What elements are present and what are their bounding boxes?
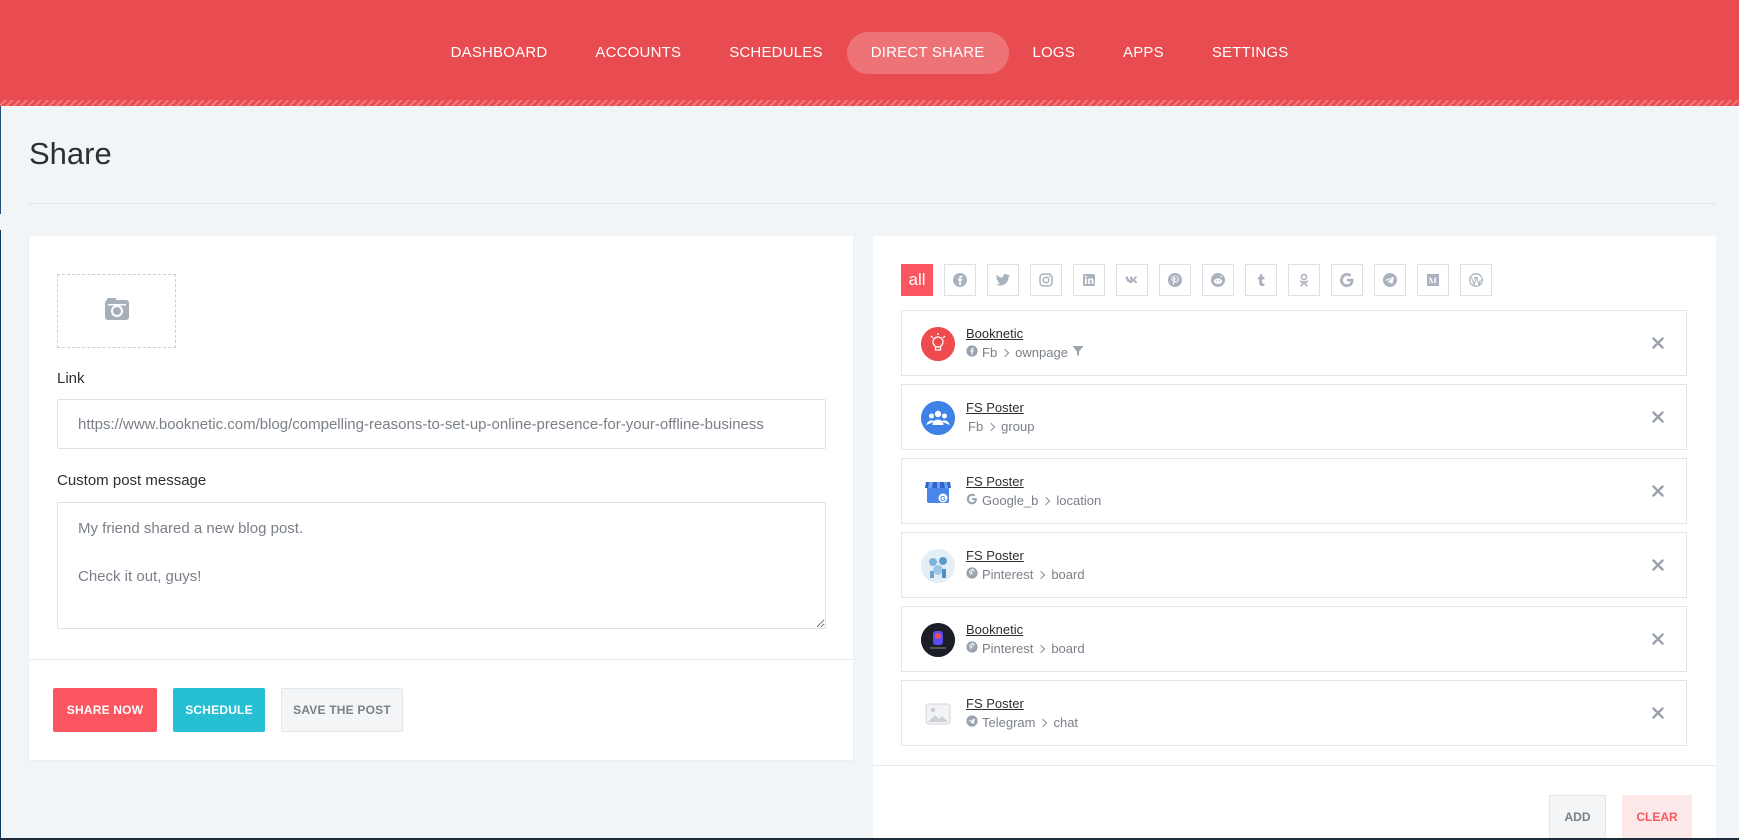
link-input[interactable] [57,399,826,449]
close-icon[interactable] [1648,407,1668,427]
accounts-card: all Booknetic Fb ownpage FS Poster Fb gr… [873,236,1716,840]
account-network: Fb [968,419,984,434]
filter-all[interactable]: all [901,264,933,296]
reddit-icon[interactable] [1202,264,1234,296]
account-network: Telegram [982,715,1036,730]
account-network: Fb [982,345,998,360]
google-icon[interactable] [1331,264,1363,296]
account-meta: Telegram chat [966,715,1078,730]
divider [873,765,1716,766]
nav-settings[interactable]: SETTINGS [1188,32,1313,74]
divider [29,659,853,660]
image-upload-area[interactable] [57,274,176,348]
account-meta: Fb ownpage [966,345,1084,360]
avatar [921,401,955,435]
save-post-button[interactable]: SAVE THE POST [281,688,403,732]
page-title: Share [29,136,112,171]
account-network: Google_b [982,493,1039,508]
instagram-icon[interactable] [1030,264,1062,296]
tumblr-icon[interactable] [1245,264,1277,296]
account-network: Pinterest [982,567,1034,582]
telegram-icon [966,715,978,730]
nav-schedules[interactable]: SCHEDULES [705,32,847,74]
account-name[interactable]: FS Poster [966,474,1024,489]
pinterest-icon [966,641,978,656]
wordpress-icon[interactable] [1460,264,1492,296]
list-item: G FS Poster Google_b location [901,458,1687,524]
account-meta: Fb group [966,419,1034,434]
list-item: Booknetic Fb ownpage [901,310,1687,376]
close-icon[interactable] [1648,555,1668,575]
list-item: FS Poster Pinterest board [901,532,1687,598]
avatar: G [921,475,955,509]
close-icon[interactable] [1648,333,1668,353]
account-type: chat [1053,715,1079,730]
vk-icon[interactable] [1116,264,1148,296]
network-filter-bar: all [901,264,1492,296]
account-name[interactable]: FS Poster [966,400,1024,415]
avatar [921,327,955,361]
avatar [921,697,955,731]
nav-direct-share[interactable]: DIRECT SHARE [846,32,1009,74]
divider [29,203,1716,204]
telegram-icon[interactable] [1374,264,1406,296]
account-meta: Google_b location [966,493,1101,508]
nav-accounts[interactable]: ACCOUNTS [571,32,705,74]
account-list: Booknetic Fb ownpage FS Poster Fb group [901,310,1687,754]
twitter-icon[interactable] [987,264,1019,296]
nav-apps[interactable]: APPS [1099,32,1188,74]
pinterest-icon[interactable] [1159,264,1191,296]
custom-message-textarea[interactable]: My friend shared a new blog post. Check … [57,502,826,629]
close-icon[interactable] [1648,703,1668,723]
account-meta: Pinterest board [966,641,1085,656]
account-name[interactable]: Booknetic [966,326,1023,341]
top-navbar: DASHBOARD ACCOUNTS SCHEDULES DIRECT SHAR… [0,0,1739,106]
close-icon[interactable] [1648,481,1668,501]
account-type: ownpage [1015,345,1068,360]
clear-button[interactable]: CLEAR [1622,795,1692,839]
account-meta: Pinterest board [966,567,1085,582]
add-button[interactable]: ADD [1549,795,1606,839]
link-label: Link [57,370,85,387]
account-type: board [1051,567,1085,582]
list-item: FS Poster Fb group [901,384,1687,450]
share-form-card: Link Custom post message My friend share… [29,236,853,760]
avatar [921,549,955,583]
account-type: location [1056,493,1102,508]
list-item: Booknetic Pinterest board [901,606,1687,672]
google-icon [966,493,978,508]
account-type: board [1051,641,1085,656]
list-item: FS Poster Telegram chat [901,680,1687,746]
medium-icon[interactable] [1417,264,1449,296]
avatar [921,623,955,657]
custom-message-label: Custom post message [57,472,207,489]
account-name[interactable]: FS Poster [966,696,1024,711]
main-nav: DASHBOARD ACCOUNTS SCHEDULES DIRECT SHAR… [0,32,1739,74]
account-name[interactable]: FS Poster [966,548,1024,563]
schedule-button[interactable]: SCHEDULE [173,688,265,732]
account-type: group [1001,419,1035,434]
nav-dashboard[interactable]: DASHBOARD [427,32,572,74]
nav-logs[interactable]: LOGS [1009,32,1099,74]
linkedin-icon[interactable] [1073,264,1105,296]
camera-icon [104,297,130,326]
pinterest-icon [966,567,978,582]
share-now-button[interactable]: SHARE NOW [53,688,157,732]
account-name[interactable]: Booknetic [966,622,1023,637]
svg-text:G: G [940,496,946,503]
close-icon[interactable] [1648,629,1668,649]
filter-icon[interactable] [1072,345,1084,360]
account-network: Pinterest [982,641,1034,656]
facebook-icon [966,345,978,360]
odnoklassniki-icon[interactable] [1288,264,1320,296]
facebook-icon[interactable] [944,264,976,296]
